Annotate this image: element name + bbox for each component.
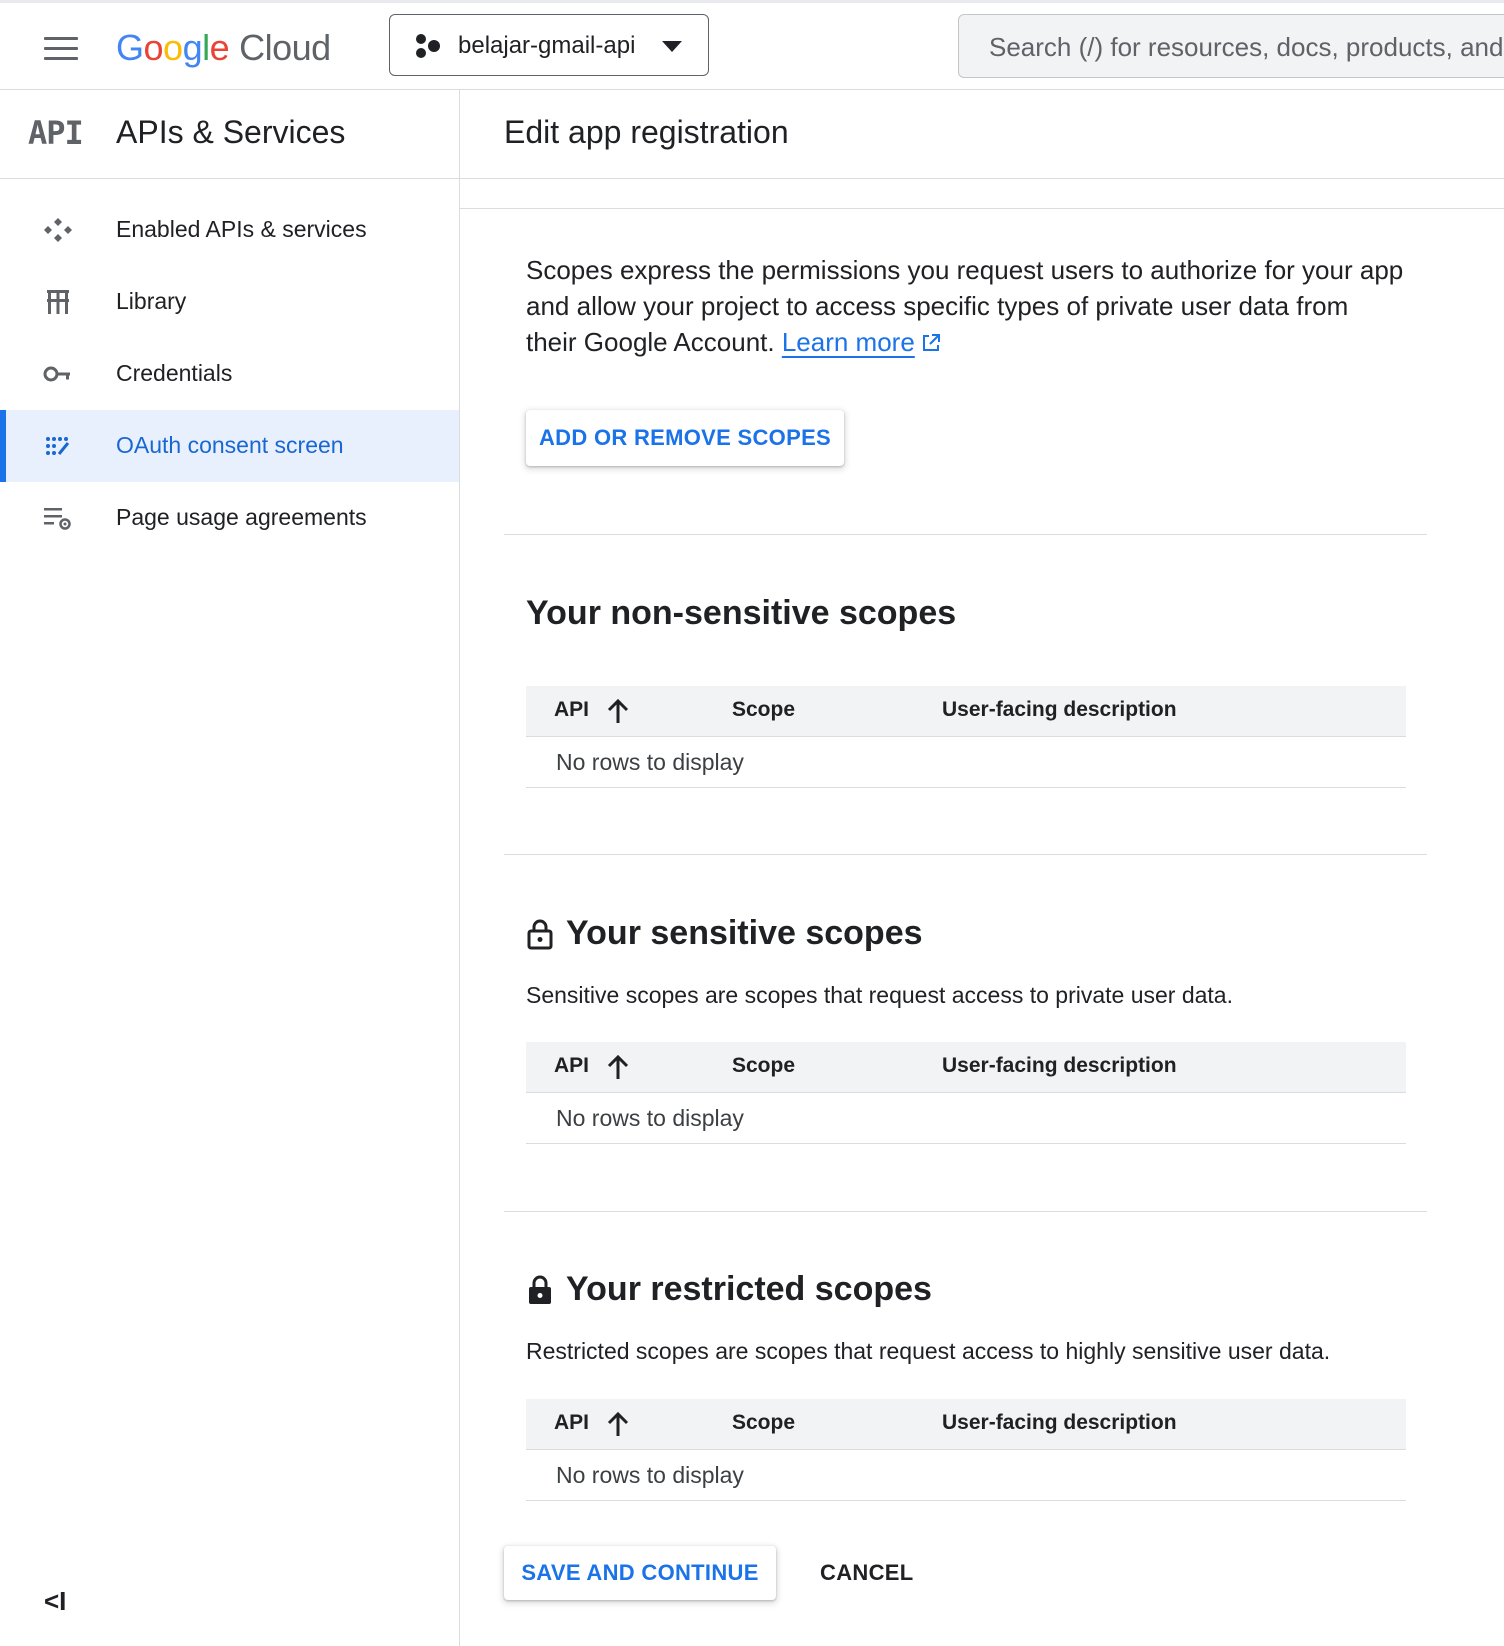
column-header-description[interactable]: User-facing description: [942, 698, 1177, 722]
sidebar-item-credentials[interactable]: Credentials: [0, 338, 459, 410]
project-picker-button[interactable]: belajar-gmail-api: [389, 14, 709, 76]
sidebar-item-label: Library: [116, 288, 187, 314]
table-header: API Scope User-facing description: [526, 1399, 1406, 1450]
arrow-up-icon[interactable]: [606, 1054, 630, 1080]
sidebar-item-label: Page usage agreements: [116, 504, 367, 530]
empty-message: No rows to display: [556, 1462, 744, 1488]
logo-letter: l: [202, 27, 210, 68]
add-or-remove-scopes-button[interactable]: ADD OR REMOVE SCOPES: [526, 410, 844, 466]
sensitive-scopes-description: Sensitive scopes are scopes that request…: [526, 982, 1233, 1008]
lock-open-icon: [527, 919, 553, 949]
sensitive-scopes-table: API Scope User-facing description No row…: [526, 1042, 1406, 1144]
key-icon: [43, 366, 70, 382]
collapse-sidebar-button[interactable]: <I: [44, 1586, 66, 1617]
table-empty-row: No rows to display: [526, 1093, 1406, 1144]
search-input[interactable]: [987, 27, 1504, 67]
project-hierarchy-icon: [416, 34, 440, 58]
main-header: Edit app registration: [460, 90, 1504, 179]
open-external-icon: [922, 334, 940, 351]
section-title-text: Your sensitive scopes: [566, 914, 923, 952]
chevron-down-icon: [662, 41, 682, 52]
logo-letter: o: [143, 27, 164, 68]
lock-icon: [529, 1275, 551, 1304]
sidebar-item-label: OAuth consent screen: [116, 432, 344, 458]
column-header-api[interactable]: API: [554, 1411, 589, 1435]
page-title: Edit app registration: [504, 114, 789, 150]
table-header: API Scope User-facing description: [526, 686, 1406, 737]
arrow-up-icon[interactable]: [606, 1411, 630, 1437]
sidebar-title: APIs & Services: [116, 114, 346, 150]
sidebar: API APIs & Services Enabled APIs & servi…: [0, 90, 460, 1646]
table-empty-row: No rows to display: [526, 737, 1406, 788]
empty-message: No rows to display: [556, 749, 744, 775]
column-header-scope[interactable]: Scope: [732, 698, 795, 722]
column-header-scope[interactable]: Scope: [732, 1054, 795, 1078]
column-header-description[interactable]: User-facing description: [942, 1411, 1177, 1435]
scopes-intro: Scopes express the permissions you reque…: [526, 252, 1406, 360]
project-name: belajar-gmail-api: [458, 32, 636, 59]
table-header: API Scope User-facing description: [526, 1042, 1406, 1093]
learn-more-link[interactable]: Learn more: [782, 327, 915, 357]
api-hub-icon: [44, 218, 72, 242]
header-divider: [460, 208, 1504, 209]
column-header-description[interactable]: User-facing description: [942, 1054, 1177, 1078]
sidebar-item-label: Enabled APIs & services: [116, 216, 367, 242]
sidebar-item-library[interactable]: Library: [0, 266, 459, 338]
table-empty-row: No rows to display: [526, 1450, 1406, 1501]
hamburger-icon: [44, 37, 78, 40]
logo-letter: e: [209, 27, 230, 68]
hamburger-icon-bar: [44, 57, 78, 60]
sidebar-item-oauth-consent[interactable]: OAuth consent screen: [0, 410, 459, 482]
main-menu-button[interactable]: [40, 29, 84, 69]
settings-list-icon: [44, 508, 71, 530]
cancel-button[interactable]: CANCEL: [820, 1560, 913, 1586]
section-divider: [504, 854, 1427, 855]
logo-letter: o: [163, 27, 183, 68]
arrow-up-icon[interactable]: [606, 698, 630, 724]
section-title-text: Your restricted scopes: [566, 1270, 932, 1308]
intro-text: Scopes express the permissions you reque…: [526, 255, 1404, 357]
column-header-scope[interactable]: Scope: [732, 1411, 795, 1435]
sidebar-item-label: Credentials: [116, 360, 233, 386]
non-sensitive-scopes-table: API Scope User-facing description No row…: [526, 686, 1406, 788]
logo-letter: g: [182, 27, 203, 68]
column-header-api[interactable]: API: [554, 1054, 589, 1078]
hamburger-icon-bar: [44, 47, 78, 50]
empty-message: No rows to display: [556, 1105, 744, 1131]
top-header: Go o g l e Cloud belajar-gmail-api: [0, 3, 1504, 90]
section-title-text: Your non-sensitive scopes: [526, 594, 957, 632]
sidebar-header: API APIs & Services: [0, 90, 459, 179]
library-icon: [47, 290, 69, 314]
sidebar-item-enabled-apis[interactable]: Enabled APIs & services: [0, 194, 459, 266]
google-cloud-logo[interactable]: Go o g l e Cloud: [116, 23, 331, 73]
oauth-icon: [46, 437, 70, 455]
restricted-scopes-title: Your restricted scopes: [526, 1270, 932, 1309]
restricted-scopes-description: Restricted scopes are scopes that reques…: [526, 1338, 1331, 1364]
sensitive-scopes-title: Your sensitive scopes: [526, 914, 923, 953]
search-box[interactable]: [958, 14, 1504, 78]
restricted-scopes-table: API Scope User-facing description No row…: [526, 1399, 1406, 1501]
non-sensitive-scopes-title: Your non-sensitive scopes: [526, 594, 956, 633]
api-logo: API: [28, 114, 84, 152]
logo-cloud-text: Cloud: [239, 27, 331, 68]
logo-letter: G: [116, 27, 144, 68]
section-divider: [504, 534, 1427, 535]
section-divider: [504, 1211, 1427, 1212]
save-and-continue-button[interactable]: SAVE AND CONTINUE: [504, 1546, 776, 1600]
column-header-api[interactable]: API: [554, 698, 589, 722]
sidebar-item-page-usage[interactable]: Page usage agreements: [0, 482, 459, 554]
